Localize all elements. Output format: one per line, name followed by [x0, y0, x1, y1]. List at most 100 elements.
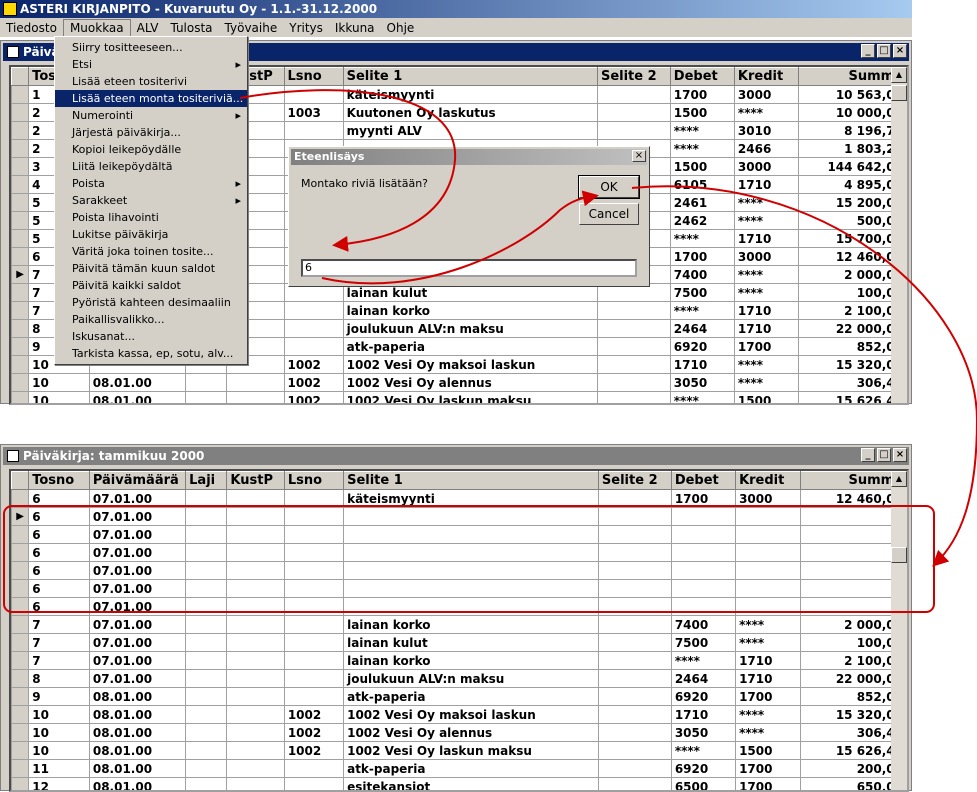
table-cell[interactable]	[284, 598, 343, 616]
table-cell[interactable]: 1002	[284, 706, 343, 724]
table-cell[interactable]: 1710	[734, 176, 798, 194]
menu-item[interactable]: Väritä joka toinen tosite...	[55, 243, 247, 260]
table-cell[interactable]: 07.01.00	[89, 580, 185, 598]
table-row[interactable]: 1008.01.0010021002 Vesi Oy maksoi laskun…	[12, 706, 907, 724]
table-cell[interactable]	[598, 526, 671, 544]
table-cell[interactable]	[186, 742, 227, 760]
bottom-scrollbar[interactable]: ▲	[891, 471, 907, 792]
menu-item[interactable]: Iskusanat...	[55, 328, 247, 345]
table-cell[interactable]	[598, 598, 671, 616]
row-indicator[interactable]	[12, 176, 29, 194]
table-cell[interactable]: 10	[29, 392, 90, 406]
row-indicator[interactable]	[12, 652, 29, 670]
table-cell[interactable]: joulukuun ALV:n maksu	[344, 670, 599, 688]
row-indicator[interactable]	[12, 248, 29, 266]
table-cell[interactable]: 7	[29, 634, 90, 652]
table-cell[interactable]: 1710	[734, 302, 798, 320]
table-cell[interactable]: ****	[670, 122, 734, 140]
table-cell[interactable]: ****	[671, 652, 735, 670]
table-cell[interactable]: 1700	[670, 86, 734, 104]
table-cell[interactable]: 07.01.00	[89, 616, 185, 634]
menu-item[interactable]: Kopioi leikepöydälle	[55, 141, 247, 158]
table-cell[interactable]	[227, 616, 284, 634]
menu-item[interactable]: Pyöristä kahteen desimaaliin	[55, 294, 247, 311]
table-cell[interactable]	[186, 760, 227, 778]
table-cell[interactable]	[284, 302, 343, 320]
row-indicator[interactable]	[12, 356, 29, 374]
table-cell[interactable]: 6	[29, 490, 90, 508]
table-cell[interactable]: 3000	[734, 86, 798, 104]
table-cell[interactable]: 7	[29, 652, 90, 670]
table-cell[interactable]: 1002	[284, 724, 343, 742]
table-cell[interactable]: 1002	[284, 356, 343, 374]
maximize-icon[interactable]: □	[877, 448, 891, 462]
table-cell[interactable]	[598, 760, 671, 778]
table-cell[interactable]: 07.01.00	[89, 634, 185, 652]
table-cell[interactable]	[186, 580, 227, 598]
table-cell[interactable]: 07.01.00	[89, 670, 185, 688]
menu-ikkuna[interactable]: Ikkuna	[329, 20, 381, 36]
table-cell[interactable]: 1003	[284, 104, 343, 122]
menu-item[interactable]: Lisää eteen monta tositeriviä...	[55, 90, 247, 107]
table-row[interactable]: 807.01.00joulukuun ALV:n maksu2464171022…	[12, 670, 907, 688]
table-cell[interactable]	[598, 634, 671, 652]
table-cell[interactable]	[186, 652, 227, 670]
table-cell[interactable]	[185, 374, 226, 392]
table-cell[interactable]: 08.01.00	[89, 374, 185, 392]
close-icon[interactable]: ×	[893, 448, 907, 462]
row-indicator[interactable]	[12, 616, 29, 634]
column-header[interactable]: Selite 1	[343, 68, 597, 86]
table-cell[interactable]	[671, 562, 735, 580]
table-cell[interactable]: 2462	[670, 212, 734, 230]
row-indicator[interactable]	[12, 158, 29, 176]
column-header[interactable]: Debet	[671, 472, 735, 490]
dialog-close-icon[interactable]: ×	[632, 150, 646, 162]
table-cell[interactable]: 10	[29, 724, 90, 742]
row-indicator[interactable]	[12, 598, 29, 616]
column-header[interactable]: Selite 2	[598, 472, 671, 490]
table-cell[interactable]	[186, 544, 227, 562]
table-cell[interactable]	[185, 392, 226, 406]
row-indicator[interactable]	[12, 562, 29, 580]
table-cell[interactable]	[597, 86, 670, 104]
table-row[interactable]: 707.01.00lainan kulut7500****100,00	[12, 634, 907, 652]
row-indicator[interactable]	[12, 634, 29, 652]
table-cell[interactable]: 6	[29, 598, 90, 616]
table-cell[interactable]	[598, 490, 671, 508]
table-cell[interactable]	[186, 670, 227, 688]
table-cell[interactable]: 1002	[284, 742, 343, 760]
minimize-icon[interactable]: _	[861, 448, 875, 462]
row-indicator[interactable]	[12, 580, 29, 598]
row-count-input[interactable]: 6	[301, 259, 637, 277]
table-cell[interactable]: 3010	[734, 122, 798, 140]
table-cell[interactable]	[284, 526, 343, 544]
table-cell[interactable]	[227, 706, 284, 724]
menu-item[interactable]: Siirry tositteeseen...	[55, 39, 247, 56]
table-cell[interactable]: 1500	[734, 392, 798, 406]
table-cell[interactable]: 10	[29, 742, 90, 760]
table-cell[interactable]: 1500	[670, 104, 734, 122]
table-cell[interactable]: ****	[734, 266, 798, 284]
table-cell[interactable]	[284, 652, 343, 670]
table-row[interactable]: 1008.01.0010021002 Vesi Oy laskun maksu*…	[12, 742, 907, 760]
table-row[interactable]: 607.01.00	[12, 562, 907, 580]
table-cell[interactable]	[186, 490, 227, 508]
table-cell[interactable]: 08.01.00	[89, 688, 185, 706]
table-row[interactable]: 908.01.00atk-paperia69201700852,00	[12, 688, 907, 706]
table-cell[interactable]: 9	[29, 688, 90, 706]
column-header[interactable]: Tosno	[29, 472, 90, 490]
table-cell[interactable]	[186, 706, 227, 724]
table-cell[interactable]	[598, 616, 671, 634]
table-cell[interactable]	[598, 688, 671, 706]
table-cell[interactable]: ****	[670, 230, 734, 248]
table-cell[interactable]	[597, 338, 670, 356]
table-cell[interactable]	[284, 580, 343, 598]
table-cell[interactable]: lainan korko	[344, 616, 599, 634]
table-cell[interactable]	[186, 598, 227, 616]
column-header[interactable]: Selite 1	[344, 472, 599, 490]
table-cell[interactable]: ****	[736, 634, 800, 652]
menu-item[interactable]: Sarakkeet▸	[55, 192, 247, 209]
table-cell[interactable]	[597, 374, 670, 392]
table-cell[interactable]	[598, 670, 671, 688]
table-cell[interactable]	[597, 320, 670, 338]
